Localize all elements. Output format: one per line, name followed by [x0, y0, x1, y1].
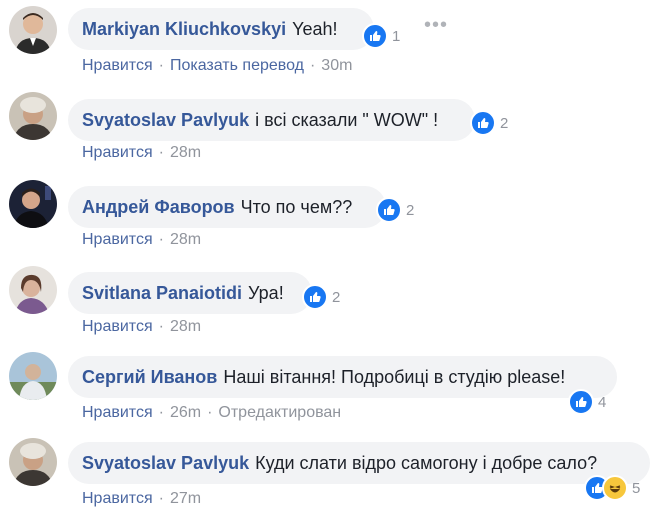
reactions-summary[interactable]: 2 [470, 110, 509, 136]
avatar[interactable] [9, 438, 57, 486]
like-reaction-icon [470, 110, 496, 136]
timestamp[interactable]: 28m [170, 144, 201, 162]
comment-text: Что по чем?? [240, 196, 353, 217]
comment-actions: Нравится · 28m [82, 144, 201, 162]
timestamp[interactable]: 27m [170, 490, 201, 508]
avatar[interactable] [9, 6, 57, 54]
comment-text: Куди слати відро самогону і добре сало? [255, 452, 598, 473]
comment-text: Ура! [248, 282, 284, 303]
comment-bubble: Markiyan Kliuchkovskyi Yeah! [68, 8, 374, 50]
comment-text: і всі сказали " WOW" ! [255, 109, 439, 130]
comment-actions: Нравится · Показать перевод · 30m [82, 57, 352, 75]
comment-text: Yeah! [292, 18, 338, 39]
comment-author[interactable]: Svitlana Panaiotidi [82, 283, 242, 304]
comment-author[interactable]: Svyatoslav Pavlyuk [82, 453, 249, 474]
comment-bubble: Сергий Иванов Наші вітання! Подробиці в … [68, 356, 617, 398]
separator: · [158, 231, 164, 248]
like-link[interactable]: Нравится [82, 490, 153, 508]
comment-bubble: Svitlana Panaiotidi Ура! [68, 272, 312, 314]
comment-actions: Нравится · 28m [82, 231, 201, 249]
timestamp[interactable]: 28m [170, 231, 201, 249]
separator: · [158, 57, 164, 74]
reactions-summary[interactable]: 4 [568, 389, 607, 415]
timestamp[interactable]: 28m [170, 318, 201, 336]
like-link[interactable]: Нравится [82, 318, 153, 336]
reaction-count: 5 [632, 479, 641, 497]
reaction-count: 4 [598, 393, 607, 411]
reaction-count: 2 [500, 114, 509, 132]
reaction-count: 2 [332, 288, 341, 306]
reaction-count: 2 [406, 201, 415, 219]
edited-label[interactable]: Отредактирован [218, 404, 341, 422]
like-link[interactable]: Нравится [82, 404, 153, 422]
avatar[interactable] [9, 266, 57, 314]
like-link[interactable]: Нравится [82, 144, 153, 162]
timestamp[interactable]: 30m [321, 57, 352, 75]
reactions-summary[interactable]: 2 [302, 284, 341, 310]
like-reaction-icon [362, 23, 388, 49]
like-reaction-icon [302, 284, 328, 310]
comment-author[interactable]: Markiyan Kliuchkovskyi [82, 19, 286, 40]
like-link[interactable]: Нравится [82, 57, 153, 75]
avatar[interactable] [9, 352, 57, 400]
separator: · [158, 144, 164, 161]
more-horizontal-icon[interactable]: ••• [424, 15, 448, 35]
separator: · [158, 318, 164, 335]
haha-reaction-icon [602, 475, 628, 501]
separator: · [158, 490, 164, 507]
separator: · [158, 404, 164, 421]
reactions-summary[interactable]: 5 [584, 475, 641, 501]
comment-bubble: Андрей Фаворов Что по чем?? [68, 186, 386, 228]
reaction-count: 1 [392, 27, 401, 45]
comment-author[interactable]: Svyatoslav Pavlyuk [82, 110, 249, 131]
comment-bubble: Svyatoslav Pavlyuk і всі сказали " WOW" … [68, 99, 475, 141]
separator: · [207, 404, 213, 421]
like-reaction-icon [376, 197, 402, 223]
comment-author[interactable]: Андрей Фаворов [82, 197, 235, 218]
reactions-summary[interactable]: 2 [376, 197, 415, 223]
avatar[interactable] [9, 92, 57, 140]
timestamp[interactable]: 26m [170, 404, 201, 422]
comment-actions: Нравится · 28m [82, 318, 201, 336]
comment-actions: Нравится · 26m · Отредактирован [82, 404, 341, 422]
comment-text: Наші вітання! Подробиці в студію please! [223, 366, 566, 387]
reactions-summary[interactable]: 1 [362, 23, 401, 49]
comment-actions: Нравится · 27m [82, 490, 201, 508]
avatar[interactable] [9, 180, 57, 228]
separator: · [309, 57, 316, 74]
translate-link[interactable]: Показать перевод [170, 57, 304, 75]
like-link[interactable]: Нравится [82, 231, 153, 249]
comment-author[interactable]: Сергий Иванов [82, 367, 217, 388]
like-reaction-icon [568, 389, 594, 415]
comment-bubble: Svyatoslav Pavlyuk Куди слати відро само… [68, 442, 650, 484]
